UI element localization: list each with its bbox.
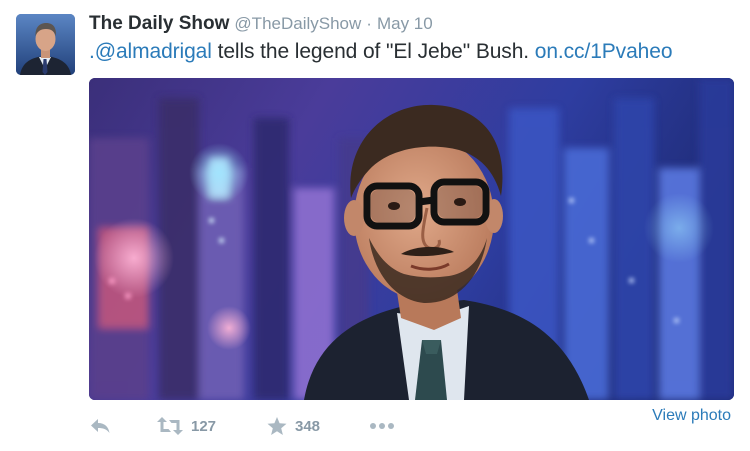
tweet-text: .@almadrigal tells the legend of "El Jeb… <box>89 40 673 64</box>
favorite-count: 348 <box>295 417 321 435</box>
tweet-header: The Daily Show @TheDailyShow · May 10 <box>89 13 433 37</box>
avatar[interactable] <box>16 14 75 75</box>
reply-icon <box>89 417 111 435</box>
header-separator: · <box>366 14 372 33</box>
more-button[interactable] <box>369 422 409 430</box>
view-photo-link[interactable]: View photo <box>652 407 731 425</box>
retweet-count: 127 <box>191 417 217 435</box>
retweet-icon <box>157 417 183 435</box>
retweet-button[interactable]: 127 <box>157 417 267 435</box>
tweet-link[interactable]: on.cc/1Pvaheo <box>535 40 673 63</box>
tweet-photo[interactable] <box>89 78 734 400</box>
tweet-card: The Daily Show @TheDailyShow · May 10 .@… <box>0 0 750 451</box>
avatar-image <box>16 14 75 75</box>
star-icon <box>267 416 287 436</box>
tweet-timestamp[interactable]: May 10 <box>377 14 433 34</box>
author-name[interactable]: The Daily Show <box>89 13 229 35</box>
author-handle[interactable]: @TheDailyShow <box>234 14 361 34</box>
more-dots-icon <box>369 422 395 430</box>
mention-link[interactable]: .@almadrigal <box>89 40 212 63</box>
favorite-button[interactable]: 348 <box>267 416 369 436</box>
reply-button[interactable] <box>89 417 157 435</box>
tweet-actions: 127 348 <box>89 413 409 439</box>
photo-image <box>89 78 734 400</box>
tweet-body: tells the legend of "El Jebe" Bush. <box>211 40 535 63</box>
